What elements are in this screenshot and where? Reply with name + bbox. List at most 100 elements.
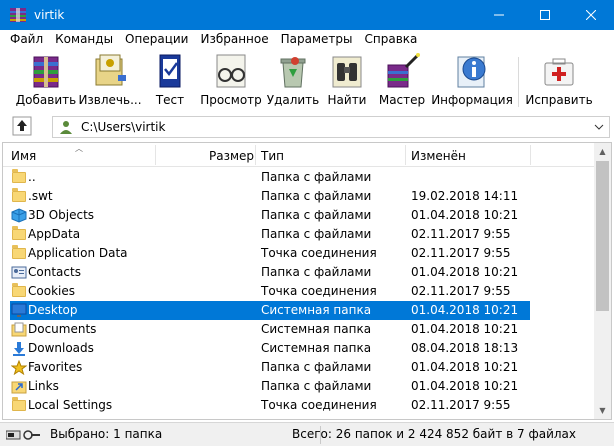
winrar-app-icon[interactable] bbox=[10, 8, 26, 22]
column-modified-header[interactable]: Изменён bbox=[411, 143, 466, 167]
file-row[interactable]: Contacts Папка с файлами 01.04.2018 10:21 bbox=[3, 263, 595, 282]
info-icon bbox=[452, 51, 492, 91]
view-button[interactable]: Просмотр bbox=[200, 51, 262, 111]
file-row[interactable]: .swt Папка с файлами 19.02.2018 14:11 bbox=[3, 187, 595, 206]
file-row[interactable]: Downloads Системная папка 08.04.2018 18:13 bbox=[3, 339, 595, 358]
folder-icon bbox=[11, 397, 27, 413]
file-modified: 01.04.2018 10:21 bbox=[411, 379, 519, 393]
column-size-header[interactable]: Размер bbox=[209, 143, 254, 167]
title-bar: virtik bbox=[0, 0, 614, 30]
maximize-button[interactable] bbox=[522, 0, 568, 30]
address-row: C:\Users\virtik bbox=[0, 114, 614, 140]
find-binoculars-icon bbox=[327, 51, 367, 91]
file-modified: 01.04.2018 10:21 bbox=[411, 322, 519, 336]
file-type: Папка с файлами bbox=[261, 360, 372, 374]
add-button[interactable]: Добавить bbox=[16, 51, 76, 111]
test-icon bbox=[150, 51, 190, 91]
find-button[interactable]: Найти bbox=[324, 51, 370, 111]
test-button[interactable]: Тест bbox=[144, 51, 196, 111]
menu-bar: Файл Команды Операции Избранное Параметр… bbox=[0, 30, 614, 49]
menu-operations[interactable]: Операции bbox=[119, 30, 194, 49]
file-name: Application Data bbox=[28, 246, 128, 260]
menu-options[interactable]: Параметры bbox=[275, 30, 359, 49]
column-name-header[interactable]: Имя bbox=[11, 143, 36, 167]
wizard-icon bbox=[382, 51, 422, 91]
address-path: C:\Users\virtik bbox=[81, 120, 166, 134]
menu-help[interactable]: Справка bbox=[359, 30, 424, 49]
selection-status: Выбрано: 1 папка bbox=[50, 427, 163, 441]
file-row[interactable]: Cookies Точка соединения 02.11.2017 9:55 bbox=[3, 282, 595, 301]
file-row[interactable]: 3D Objects Папка с файлами 01.04.2018 10:2… bbox=[3, 206, 595, 225]
desktop-icon bbox=[11, 303, 27, 318]
drive-key-icon[interactable] bbox=[5, 428, 42, 442]
view-glasses-icon bbox=[211, 51, 251, 91]
file-name: Favorites bbox=[28, 360, 83, 374]
file-row[interactable]: AppData Папка с файлами 02.11.2017 9:55 bbox=[3, 225, 595, 244]
file-type: Системная папка bbox=[261, 322, 372, 336]
file-name: 3D Objects bbox=[28, 208, 95, 222]
file-row[interactable]: Links Папка с файлами 01.04.2018 10:21 bbox=[3, 377, 595, 396]
file-name: Desktop bbox=[28, 303, 78, 317]
test-label: Тест bbox=[155, 93, 185, 107]
file-type: Точка соединения bbox=[261, 284, 377, 298]
file-row[interactable]: Application Data Точка соединения 02.11.20… bbox=[3, 244, 595, 263]
file-row[interactable]: Documents Системная папка 01.04.2018 10:21 bbox=[3, 320, 595, 339]
extract-icon bbox=[90, 51, 130, 91]
address-dropdown-button[interactable] bbox=[593, 121, 605, 133]
vertical-scrollbar[interactable]: ▲ ▼ bbox=[594, 143, 611, 419]
find-label: Найти bbox=[327, 93, 367, 107]
view-label: Просмотр bbox=[200, 93, 262, 107]
scrollbar-thumb[interactable] bbox=[596, 161, 609, 311]
file-list: Имя ︿ Размер Тип Изменён .. Папка с файла… bbox=[2, 142, 612, 420]
file-name: Cookies bbox=[28, 284, 75, 298]
file-modified: 01.04.2018 10:21 bbox=[411, 360, 519, 374]
file-type: Точка соединения bbox=[261, 398, 377, 412]
folder-icon bbox=[11, 226, 27, 242]
file-modified: 02.11.2017 9:55 bbox=[411, 398, 511, 412]
file-name: Contacts bbox=[28, 265, 81, 279]
file-row[interactable]: .. Папка с файлами bbox=[3, 168, 595, 187]
delete-button[interactable]: Удалить bbox=[266, 51, 320, 111]
maximize-icon bbox=[540, 10, 550, 20]
file-name: Local Settings bbox=[28, 398, 113, 412]
folder-icon bbox=[11, 283, 27, 299]
contacts-icon bbox=[11, 265, 27, 280]
chevron-down-icon bbox=[594, 124, 604, 130]
file-row[interactable]: Desktop Системная папка 01.04.2018 10:21 bbox=[3, 301, 595, 320]
toolbar: Добавить Извлечь... Тест Просмотр Удалит… bbox=[0, 49, 614, 113]
address-field[interactable]: C:\Users\virtik bbox=[52, 116, 610, 138]
file-type: Папка с файлами bbox=[261, 170, 372, 184]
file-type: Папка с файлами bbox=[261, 379, 372, 393]
total-status: Всего: 26 папок и 2 424 852 байт в 7 фай… bbox=[292, 427, 576, 441]
menu-favorites[interactable]: Избранное bbox=[194, 30, 274, 49]
file-name: .swt bbox=[28, 189, 53, 203]
menu-commands[interactable]: Команды bbox=[49, 30, 119, 49]
favorites-icon bbox=[10, 359, 28, 376]
extract-button[interactable]: Извлечь... bbox=[78, 51, 142, 111]
file-type: Папка с файлами bbox=[261, 227, 372, 241]
folder-icon bbox=[11, 188, 27, 204]
up-arrow-icon bbox=[12, 116, 32, 136]
file-modified: 02.11.2017 9:55 bbox=[411, 246, 511, 260]
file-row[interactable]: Local Settings Точка соединения 02.11.2017… bbox=[3, 396, 595, 415]
repair-button[interactable]: Исправить bbox=[525, 51, 593, 111]
file-name: Downloads bbox=[28, 341, 94, 355]
scroll-down-arrow-icon[interactable]: ▼ bbox=[594, 402, 611, 419]
close-icon bbox=[586, 10, 596, 20]
file-row[interactable]: Favorites Папка с файлами 01.04.2018 10:21 bbox=[3, 358, 595, 377]
scroll-up-arrow-icon[interactable]: ▲ bbox=[594, 143, 611, 160]
info-button[interactable]: Информация bbox=[431, 51, 513, 111]
file-name: Links bbox=[28, 379, 59, 393]
wizard-button[interactable]: Мастер bbox=[376, 51, 428, 111]
column-type-header[interactable]: Тип bbox=[261, 143, 284, 167]
minimize-icon bbox=[494, 14, 504, 16]
minimize-button[interactable] bbox=[476, 0, 522, 30]
archive-add-icon bbox=[26, 51, 66, 91]
repair-label: Исправить bbox=[525, 93, 593, 107]
file-type: Системная папка bbox=[261, 341, 372, 355]
up-folder-button[interactable] bbox=[12, 116, 32, 136]
close-button[interactable] bbox=[568, 0, 614, 30]
user-folder-icon bbox=[59, 120, 73, 134]
menu-file[interactable]: Файл bbox=[4, 30, 49, 49]
3d-objects-icon bbox=[11, 208, 27, 223]
